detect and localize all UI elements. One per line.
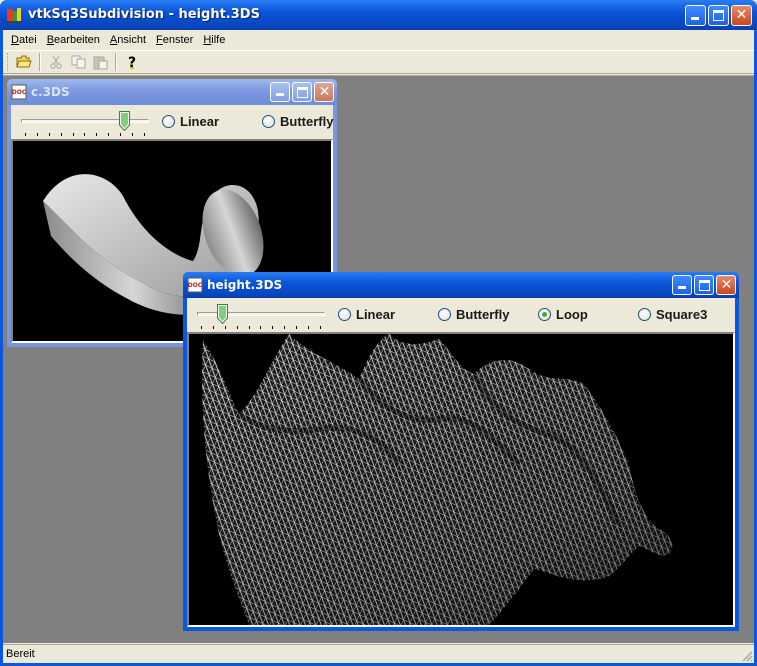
document-icon: DOC [187,277,203,293]
main-window: vtkSq3Subdivision - height.3DS ✕ Datei B… [0,0,757,666]
maximize-button[interactable] [292,82,312,102]
minimize-button[interactable] [270,82,290,102]
title-bar[interactable]: vtkSq3Subdivision - height.3DS ✕ [0,0,757,30]
open-folder-icon [16,55,32,68]
slider-ticks [201,326,321,330]
help-button[interactable]: ? [121,52,143,72]
child-title-bar[interactable]: DOC height.3DS ✕ [183,272,739,298]
vtk-app-icon [6,8,22,23]
toolbar-grip[interactable] [7,53,10,71]
copy-button[interactable] [67,52,89,72]
menu-bearbeiten[interactable]: Bearbeiten [42,34,105,46]
radio-butterfly[interactable]: Butterfly [262,114,333,129]
subdivision-controls: Linear Butterfly Loop Square3 [187,298,735,332]
toolbar-separator [115,53,117,71]
resize-grip-icon[interactable] [741,650,753,662]
radio-label: Square3 [656,307,708,322]
minimize-button[interactable] [672,275,692,295]
menu-bar: Datei Bearbeiten Ansicht Fenster Hilfe [3,30,754,49]
close-icon: ✕ [318,84,331,100]
child-title-bar[interactable]: DOC c.3DS ✕ [7,79,337,105]
child-title: height.3DS [207,278,283,292]
radio-loop[interactable]: Loop [538,307,588,322]
open-button[interactable] [13,52,35,72]
render-view-height3ds[interactable] [187,332,735,627]
radio-button[interactable] [338,308,351,321]
mdi-area: DOC c.3DS ✕ Linear Butterfly DOC height.… [3,75,754,643]
child-window-height3ds[interactable]: DOC height.3DS ✕ Linear Butterfly Loop S… [183,272,739,631]
radio-label: Butterfly [280,114,334,129]
radio-label: Linear [356,307,396,322]
menu-datei[interactable]: Datei [6,34,42,46]
status-bar: Bereit [3,644,754,663]
maximize-button[interactable] [694,275,714,295]
radio-button[interactable] [638,308,651,321]
status-text: Bereit [6,648,35,660]
paste-icon [93,56,107,69]
close-button[interactable]: ✕ [716,275,736,295]
copy-icon [71,55,85,69]
slider-thumb[interactable] [119,111,130,131]
slider-ticks [25,133,145,137]
close-icon: ✕ [735,7,748,23]
radio-butterfly[interactable]: Butterfly [438,307,509,322]
client-area: Datei Bearbeiten Ansicht Fenster Hilfe ?… [3,30,754,663]
toolbar-separator [39,53,41,71]
child-client: Linear Butterfly Loop Square3 [187,298,735,627]
minimize-button[interactable] [685,5,706,26]
cut-button[interactable] [45,52,67,72]
help-icon: ? [128,55,136,70]
radio-button-selected[interactable] [538,308,551,321]
child-title: c.3DS [31,85,70,99]
maximize-button[interactable] [708,5,729,26]
radio-label: Linear [180,114,220,129]
subdivision-slider[interactable] [17,109,153,137]
radio-linear[interactable]: Linear [162,114,219,129]
menu-fenster[interactable]: Fenster [151,34,198,46]
close-button[interactable]: ✕ [731,5,752,26]
subdivision-controls: Linear Butterfly [11,105,333,139]
subdivision-slider[interactable] [193,302,329,330]
svg-text:DOC: DOC [12,89,27,96]
svg-text:DOC: DOC [188,282,203,289]
menu-ansicht[interactable]: Ansicht [105,34,151,46]
paste-button[interactable] [89,52,111,72]
radio-label: Loop [556,307,588,322]
document-icon: DOC [11,84,27,100]
radio-button[interactable] [262,115,275,128]
radio-linear[interactable]: Linear [338,307,395,322]
close-icon: ✕ [720,277,733,293]
menu-hilfe[interactable]: Hilfe [198,34,230,46]
radio-button[interactable] [438,308,451,321]
toolbar: ? [3,50,754,74]
radio-button[interactable] [162,115,175,128]
cut-icon [50,55,62,69]
rendered-heightfield-mesh [202,334,673,625]
slider-thumb[interactable] [217,304,228,324]
radio-label: Butterfly [456,307,510,322]
close-button[interactable]: ✕ [314,82,334,102]
radio-square3[interactable]: Square3 [638,307,707,322]
window-title: vtkSq3Subdivision - height.3DS [28,7,260,22]
